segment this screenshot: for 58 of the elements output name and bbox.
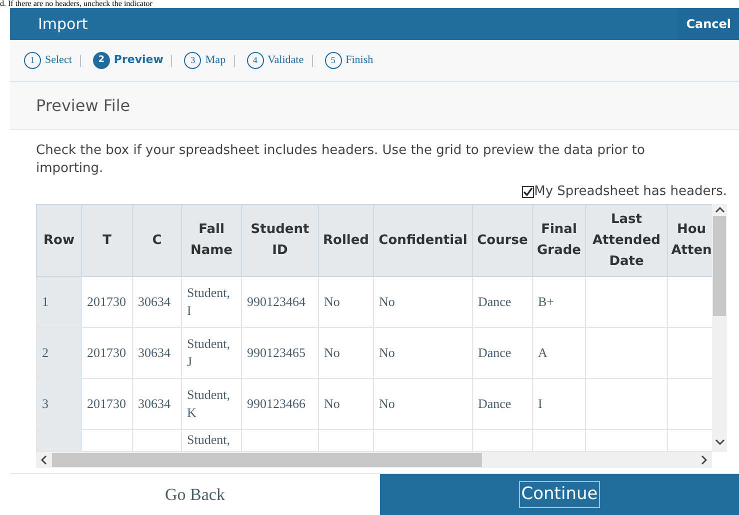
table-cell: 2 — [36, 327, 82, 378]
table-cell: Dance — [472, 327, 532, 378]
table-cell: Dance — [472, 276, 532, 327]
step-tab[interactable]: Select — [45, 52, 72, 69]
table-cell: Student, — [182, 429, 242, 451]
table-cell: 30634 — [132, 378, 182, 429]
table-cell: No — [318, 378, 374, 429]
table-cell: No — [374, 327, 472, 378]
table-cell: 201730 — [82, 378, 132, 429]
step-tab[interactable]: Validate — [268, 52, 304, 69]
step-tab[interactable]: Finish — [346, 52, 374, 69]
step-number-icon: 4 — [246, 52, 264, 69]
table-cell: 3 — [36, 378, 82, 429]
table-cell: No — [318, 276, 374, 327]
table-cell: Student, K — [182, 378, 242, 429]
step-number-icon: 5 — [324, 52, 342, 69]
description-text: Check the box if your spreadsheet includes headers. Use the grid to preview the data prior to importing. — [36, 142, 646, 178]
column-header: C — [132, 204, 182, 276]
table-cell: No — [374, 276, 472, 327]
step-tab[interactable]: Preview — [114, 52, 164, 69]
table-cell: Student, I — [182, 276, 242, 327]
step-number-icon: 2 — [92, 52, 110, 69]
table-cell: A — [532, 327, 586, 378]
continue-button[interactable]: Continue — [519, 480, 600, 508]
step-number-icon: 1 — [24, 52, 41, 69]
column-header: T — [82, 204, 132, 276]
section-title: Preview File — [36, 94, 130, 116]
cancel-button[interactable]: Cancel — [678, 8, 739, 40]
column-header: Fall Name — [182, 204, 242, 276]
table-cell: No — [374, 378, 472, 429]
column-header: Last Attended Date — [586, 204, 668, 276]
table-cell: 201730 — [82, 327, 132, 378]
headers-checkbox[interactable]: My Spreadsheet has headers. — [522, 182, 727, 202]
vertical-scrollbar[interactable] — [712, 204, 727, 452]
column-header: Rolled — [318, 204, 374, 276]
banner-text: d. If there are no headers, uncheck the indicator — [0, 0, 152, 8]
step-tab[interactable]: Map — [205, 52, 226, 69]
table-cell: Dance — [472, 378, 532, 429]
table-cell: I — [532, 378, 586, 429]
table-cell: 1 — [36, 276, 82, 327]
step-number-icon: 3 — [184, 52, 202, 69]
table-cell: Student, J — [182, 327, 242, 378]
column-header: Hou Atten — [668, 204, 712, 276]
column-header: Final Grade — [532, 204, 586, 276]
column-header: Course — [472, 204, 532, 276]
table-cell: B+ — [532, 276, 586, 327]
table-cell: 990123465 — [242, 327, 318, 378]
table-cell: 30634 — [132, 276, 182, 327]
column-header: Student ID — [242, 204, 318, 276]
table-cell: 990123464 — [242, 276, 318, 327]
column-header: Confidential — [374, 204, 472, 276]
column-header: Row — [36, 204, 82, 276]
table-cell: No — [318, 327, 374, 378]
dialog-title: Import — [38, 14, 88, 35]
horizontal-scrollbar[interactable] — [36, 452, 712, 468]
table-cell: 990123466 — [242, 378, 318, 429]
table-cell: 201730 — [82, 276, 132, 327]
table-cell: 30634 — [132, 327, 182, 378]
